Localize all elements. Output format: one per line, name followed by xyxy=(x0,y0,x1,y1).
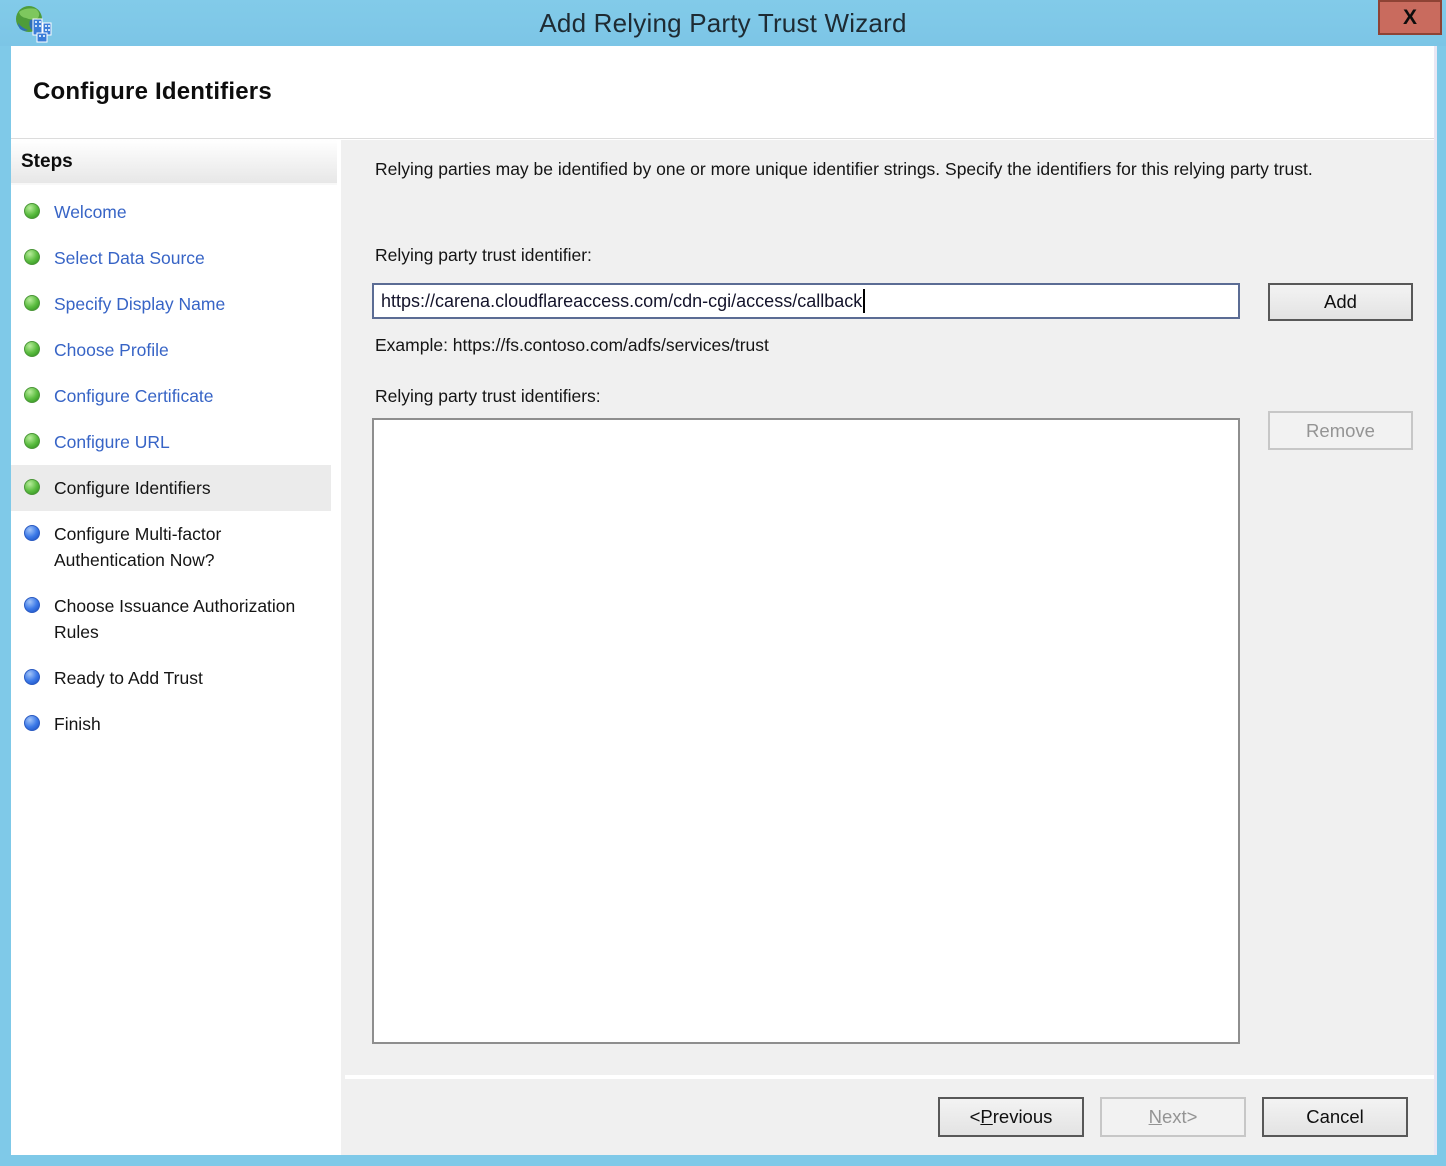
text-cursor xyxy=(863,289,865,313)
step-todo-icon xyxy=(24,715,40,731)
window-border-right xyxy=(1437,46,1446,1166)
step-done-icon xyxy=(24,249,40,265)
step-todo-icon xyxy=(24,669,40,685)
sidebar-item-choose-profile[interactable]: Choose Profile xyxy=(11,327,331,373)
sidebar-item-configure-identifiers[interactable]: Configure Identifiers xyxy=(11,465,331,511)
page-description: Relying parties may be identified by one… xyxy=(375,156,1397,183)
sidebar-item-configure-certificate[interactable]: Configure Certificate xyxy=(11,373,331,419)
identifiers-list-label: Relying party trust identifiers: xyxy=(375,386,601,407)
page-header: Configure Identifiers xyxy=(11,46,1437,139)
previous-button[interactable]: < Previous xyxy=(938,1097,1084,1137)
remove-button[interactable]: Remove xyxy=(1268,411,1413,450)
steps-header: Steps xyxy=(11,140,337,185)
identifier-input-value: https://carena.cloudflareaccess.com/cdn-… xyxy=(381,291,862,312)
wizard-body: Steps Welcome Select Data Source Specify… xyxy=(11,140,1437,1155)
adfs-wizard-icon xyxy=(14,5,54,43)
step-done-icon xyxy=(24,433,40,449)
sidebar-item-select-data-source[interactable]: Select Data Source xyxy=(11,235,331,281)
steps-sidebar: Steps Welcome Select Data Source Specify… xyxy=(11,140,341,1155)
sidebar-item-finish[interactable]: Finish xyxy=(11,701,331,747)
steps-title: Steps xyxy=(21,151,73,173)
step-todo-icon xyxy=(24,525,40,541)
window-border-left xyxy=(0,46,11,1166)
step-done-icon xyxy=(24,295,40,311)
window-title: Add Relying Party Trust Wizard xyxy=(539,8,906,39)
step-done-icon xyxy=(24,387,40,403)
sidebar-item-welcome[interactable]: Welcome xyxy=(11,189,331,235)
titlebar: Add Relying Party Trust Wizard X xyxy=(0,0,1446,46)
identifiers-listbox[interactable] xyxy=(372,418,1240,1044)
sidebar-item-specify-display-name[interactable]: Specify Display Name xyxy=(11,281,331,327)
next-button[interactable]: Next > xyxy=(1100,1097,1246,1137)
page-title: Configure Identifiers xyxy=(33,78,272,106)
close-icon: X xyxy=(1403,6,1417,30)
add-button[interactable]: Add xyxy=(1268,283,1413,321)
sidebar-item-ready-to-add-trust[interactable]: Ready to Add Trust xyxy=(11,655,331,701)
identifier-input[interactable]: https://carena.cloudflareaccess.com/cdn-… xyxy=(372,283,1240,319)
identifier-field-label: Relying party trust identifier: xyxy=(375,245,592,266)
steps-list: Welcome Select Data Source Specify Displ… xyxy=(11,185,337,747)
sidebar-item-configure-url[interactable]: Configure URL xyxy=(11,419,331,465)
step-done-icon xyxy=(24,203,40,219)
content-panel: Relying parties may be identified by one… xyxy=(345,140,1437,1075)
step-done-icon xyxy=(24,341,40,357)
identifier-example-text: Example: https://fs.contoso.com/adfs/ser… xyxy=(375,335,769,356)
cancel-button[interactable]: Cancel xyxy=(1262,1097,1408,1137)
step-current-icon xyxy=(24,479,40,495)
step-todo-icon xyxy=(24,597,40,613)
sidebar-item-configure-mfa[interactable]: Configure Multi-factor Authentication No… xyxy=(11,511,331,583)
window-border-bottom xyxy=(0,1155,1446,1166)
sidebar-item-choose-issuance-rules[interactable]: Choose Issuance Authorization Rules xyxy=(11,583,331,655)
close-button[interactable]: X xyxy=(1378,0,1442,35)
footer-bar: < Previous Next > Cancel xyxy=(345,1075,1437,1155)
